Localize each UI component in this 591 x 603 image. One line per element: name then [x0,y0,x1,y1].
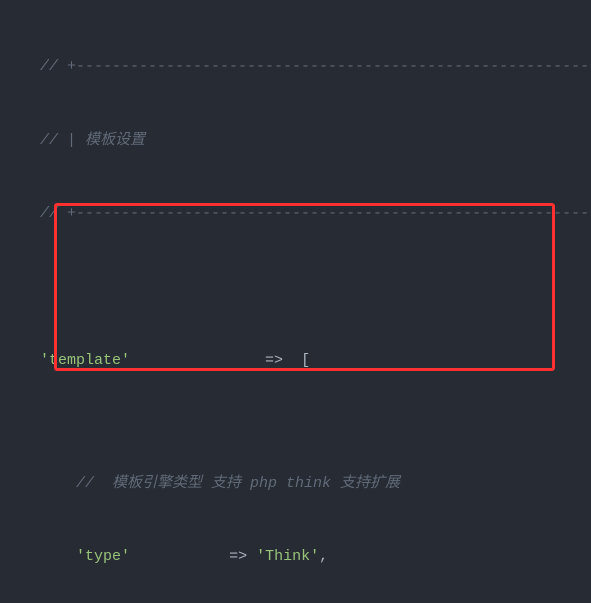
entry-row: 'type' => 'Think', [0,545,591,570]
comment-title: // | 模板设置 [0,129,591,154]
text: // 模板引擎类型 支持 php think 支持扩展 [76,475,400,492]
blank-line [0,276,591,301]
text: // | 模板设置 [40,132,145,149]
arrow: => [265,352,283,369]
root-key: 'template' [40,352,130,369]
code-editor: // +------------------------------------… [0,0,591,603]
value: 'Think' [256,548,319,565]
comment-separator-bot: // +------------------------------------… [0,202,591,227]
arrow: => [229,548,247,565]
entry-comment: // 模板引擎类型 支持 php think 支持扩展 [0,472,591,497]
comment-separator-top: // +------------------------------------… [0,55,591,80]
text: // +------------------------------------… [40,58,591,75]
bracket-open: [ [301,352,310,369]
text: // +------------------------------------… [40,205,591,222]
array-open: 'template' => [ [0,349,591,374]
comma: , [319,548,328,565]
key: 'type' [76,548,130,565]
